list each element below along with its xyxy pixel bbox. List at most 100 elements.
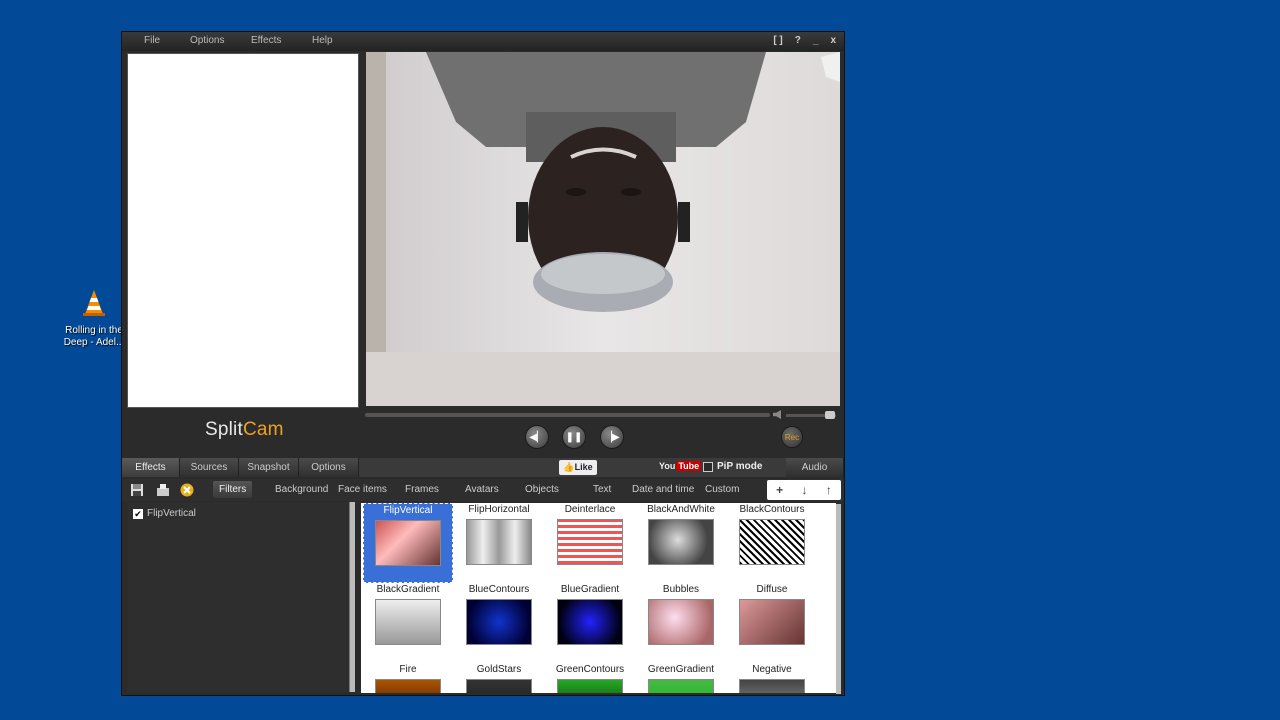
- minimize-button[interactable]: _: [813, 35, 819, 46]
- splitcam-window: File Options Effects Help [ ] ? _ x Spli…: [121, 31, 845, 696]
- tab-snapshot[interactable]: Snapshot: [239, 458, 299, 477]
- list-item[interactable]: ✔ FlipVertical: [133, 508, 196, 519]
- record-button[interactable]: Rec: [781, 426, 803, 448]
- window-controls: [ ] ? _ x: [773, 35, 836, 46]
- effect-thumbnail: [739, 519, 805, 565]
- subtab-filters[interactable]: Filters: [213, 481, 253, 498]
- subtab-face-items[interactable]: Face items: [338, 484, 387, 495]
- effect-tile[interactable]: Deinterlace: [545, 503, 635, 583]
- effect-tile[interactable]: FlipVertical: [363, 503, 453, 583]
- effect-tile[interactable]: BlackContours: [727, 503, 817, 583]
- applied-filters-list: ✔ FlipVertical: [127, 502, 353, 692]
- effect-thumbnail: [648, 679, 714, 693]
- filter-checkbox[interactable]: ✔: [133, 508, 143, 519]
- effect-tile[interactable]: GoldStars: [454, 663, 544, 693]
- effect-tile[interactable]: Negative: [727, 663, 817, 693]
- effect-action-buttons: + ↓ ↑: [767, 480, 841, 500]
- effect-thumbnail: [466, 679, 532, 693]
- filters-scrollbar[interactable]: [349, 502, 355, 692]
- effect-tile[interactable]: Bubbles: [636, 583, 726, 663]
- like-label: Like: [574, 462, 593, 472]
- effect-thumbnail: [466, 519, 532, 565]
- clear-effects-icon[interactable]: [180, 483, 194, 497]
- effect-tile[interactable]: GreenContours: [545, 663, 635, 693]
- volume-icon[interactable]: [773, 410, 781, 419]
- next-icon: ▕▶: [604, 431, 620, 443]
- effect-tile[interactable]: BlackGradient: [363, 583, 453, 663]
- pip-checkbox[interactable]: [703, 461, 713, 472]
- effect-tile[interactable]: BlueGradient: [545, 583, 635, 663]
- main-tab-bar: Effects Sources Snapshot Options 👍Like Y…: [122, 458, 844, 477]
- effects-toolbar: Filters Background Face items Frames Ava…: [122, 479, 844, 501]
- title-bar: File Options Effects Help [ ] ? _ x: [122, 32, 844, 51]
- effect-label: Diffuse: [756, 584, 788, 595]
- subtab-date-and-time[interactable]: Date and time: [632, 484, 694, 495]
- menu-file[interactable]: File: [144, 35, 160, 46]
- effect-label: GreenGradient: [647, 664, 715, 675]
- preview-pane: [127, 53, 359, 408]
- tab-sources[interactable]: Sources: [180, 458, 239, 477]
- effect-tile[interactable]: Diffuse: [727, 583, 817, 663]
- subtab-avatars[interactable]: Avatars: [465, 484, 499, 495]
- move-up-button[interactable]: ↑: [826, 483, 832, 497]
- help-button[interactable]: ?: [795, 35, 801, 46]
- desktop-shortcut[interactable]: Rolling in the Deep - Adel...: [58, 288, 130, 349]
- effect-tile[interactable]: FlipHorizontal: [454, 503, 544, 583]
- open-folder-icon[interactable]: [156, 483, 170, 497]
- effect-label: BlueContours: [468, 584, 530, 595]
- effect-tile[interactable]: BlueContours: [454, 583, 544, 663]
- effect-label: BlueGradient: [560, 584, 620, 595]
- tab-effects[interactable]: Effects: [122, 458, 180, 477]
- move-down-button[interactable]: ↓: [802, 483, 808, 497]
- close-button[interactable]: x: [830, 35, 836, 46]
- subtab-objects[interactable]: Objects: [525, 484, 559, 495]
- filter-label: FlipVertical: [147, 508, 196, 519]
- effect-tile[interactable]: GreenGradient: [636, 663, 726, 693]
- save-icon[interactable]: [130, 483, 144, 497]
- pause-button[interactable]: ❚❚: [562, 425, 586, 449]
- effect-thumbnail: [739, 679, 805, 693]
- pip-label: PiP mode: [717, 461, 763, 472]
- youtube-button[interactable]: You Tube: [659, 461, 702, 471]
- menu-options[interactable]: Options: [190, 35, 224, 46]
- effect-label: GreenContours: [555, 664, 625, 675]
- add-effect-button[interactable]: +: [776, 483, 783, 497]
- desktop-shortcut-label: Rolling in the Deep - Adel...: [63, 325, 125, 348]
- fullscreen-button[interactable]: [ ]: [773, 35, 782, 46]
- youtube-badge: Tube: [676, 461, 702, 471]
- vlc-cone-icon: [83, 290, 105, 316]
- facebook-like-button[interactable]: 👍Like: [559, 460, 597, 475]
- effect-label: BlackAndWhite: [647, 504, 715, 515]
- effect-thumbnail: [466, 599, 532, 645]
- seek-bar[interactable]: [365, 413, 770, 417]
- splitcam-logo: SplitCam: [205, 419, 284, 441]
- previous-button[interactable]: ◀▏: [525, 425, 549, 449]
- effect-tile[interactable]: BlackAndWhite: [636, 503, 726, 583]
- volume-slider-knob[interactable]: [825, 411, 835, 419]
- effect-thumbnail: [648, 599, 714, 645]
- effects-grid-scrollbar[interactable]: [836, 504, 841, 694]
- menu-effects[interactable]: Effects: [251, 35, 281, 46]
- effect-label: Bubbles: [662, 584, 700, 595]
- subtab-custom[interactable]: Custom: [705, 484, 739, 495]
- menu-help[interactable]: Help: [312, 35, 333, 46]
- next-button[interactable]: ▕▶: [600, 425, 624, 449]
- pip-mode-toggle[interactable]: PiP mode: [703, 461, 762, 472]
- tab-audio[interactable]: Audio: [786, 458, 844, 477]
- webcam-frame-image: [366, 52, 840, 406]
- effect-label: FlipHorizontal: [468, 504, 530, 515]
- effect-thumbnail: [557, 519, 623, 565]
- thumbs-up-icon: 👍: [563, 462, 575, 472]
- subtab-background[interactable]: Background: [275, 484, 328, 495]
- effect-label: GoldStars: [476, 664, 522, 675]
- subtab-frames[interactable]: Frames: [405, 484, 439, 495]
- effects-grid: FlipVertical FlipHorizontal Deinterlace Bla…: [361, 503, 836, 693]
- effect-tile[interactable]: Fire: [363, 663, 453, 693]
- tab-options[interactable]: Options: [299, 458, 359, 477]
- subtab-text[interactable]: Text: [593, 484, 611, 495]
- effect-thumbnail: [648, 519, 714, 565]
- youtube-label: You: [659, 461, 676, 471]
- effect-label: Deinterlace: [564, 504, 616, 515]
- effect-label: Fire: [399, 664, 417, 675]
- effect-label: Negative: [752, 664, 792, 675]
